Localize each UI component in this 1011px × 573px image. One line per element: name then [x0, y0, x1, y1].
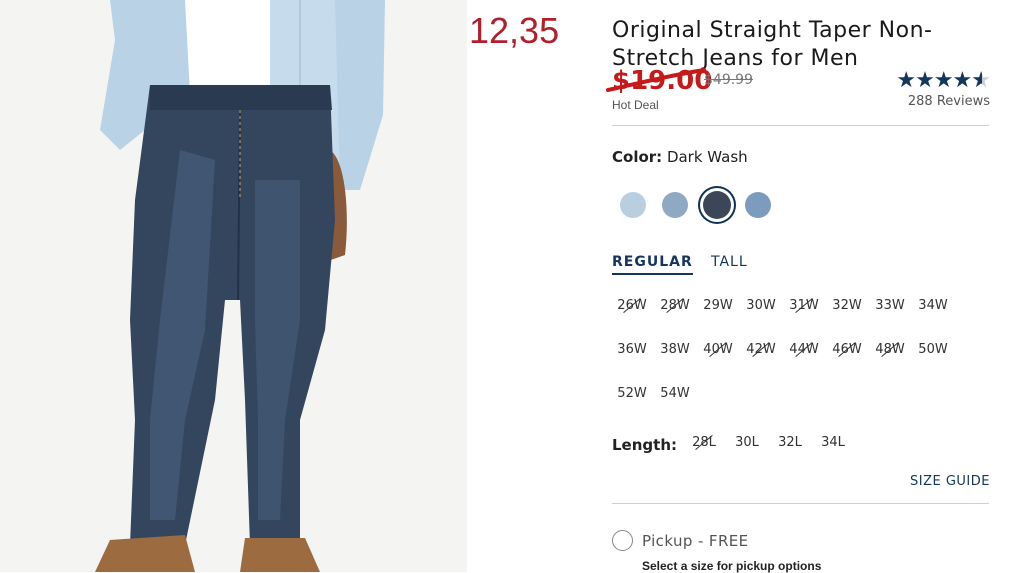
length-option[interactable]: 28L: [684, 431, 724, 455]
size-option[interactable]: 33W: [870, 294, 910, 318]
size-option[interactable]: 52W: [612, 382, 652, 406]
swatch-medium-wash[interactable]: [745, 192, 771, 218]
product-rating[interactable]: ★★★★★ ★ 288 Reviews: [896, 67, 991, 110]
color-label: Color:: [612, 148, 663, 166]
product-title: Original Straight Taper Non-Stretch Jean…: [612, 17, 933, 71]
length-option[interactable]: 32L: [770, 431, 810, 455]
size-option[interactable]: 38W: [655, 338, 695, 362]
deal-label: Hot Deal: [612, 98, 659, 112]
original-price: $49.99: [704, 72, 753, 88]
size-option[interactable]: 29W: [698, 294, 738, 318]
color-selection-label: Color: Dark Wash: [612, 148, 748, 166]
swatch-medium-light-wash[interactable]: [662, 192, 688, 218]
size-option[interactable]: 32W: [827, 294, 867, 318]
size-option[interactable]: 48W: [870, 338, 910, 362]
reviews-link[interactable]: 288 Reviews: [896, 94, 990, 109]
length-option[interactable]: 34L: [813, 431, 853, 455]
divider: [612, 503, 989, 504]
swatch-dark-wash[interactable]: [703, 191, 731, 219]
size-option[interactable]: 36W: [612, 338, 652, 362]
size-guide-link[interactable]: SIZE GUIDE: [910, 474, 990, 489]
size-option[interactable]: 28W: [655, 294, 695, 318]
tab-regular[interactable]: REGULAR: [612, 254, 693, 275]
overlay-number-annotation: 12,35: [469, 10, 560, 51]
swatch-light-wash[interactable]: [620, 192, 646, 218]
size-option[interactable]: 31W: [784, 294, 824, 318]
size-option[interactable]: 50W: [913, 338, 953, 362]
jeans-model-illustration: [0, 0, 467, 572]
size-option[interactable]: 44W: [784, 338, 824, 362]
divider: [612, 125, 989, 126]
size-option[interactable]: 26W: [612, 294, 652, 318]
selected-color-name: Dark Wash: [666, 148, 748, 166]
pickup-label[interactable]: Pickup - FREE: [642, 532, 749, 550]
length-label: Length:: [612, 436, 677, 454]
tab-tall[interactable]: TALL: [711, 254, 748, 270]
size-option[interactable]: 46W: [827, 338, 867, 362]
product-info-panel: Original Straight Taper Non-Stretch Jean…: [606, 0, 991, 573]
product-image[interactable]: [0, 0, 467, 572]
size-option[interactable]: 30W: [741, 294, 781, 318]
size-option[interactable]: 40W: [698, 338, 738, 362]
length-option[interactable]: 30L: [727, 431, 767, 455]
size-option[interactable]: 34W: [913, 294, 953, 318]
size-option[interactable]: 42W: [741, 338, 781, 362]
pickup-note: Select a size for pickup options: [642, 559, 822, 573]
pickup-radio[interactable]: [612, 530, 633, 551]
sale-price: $19.00: [612, 66, 713, 96]
star-rating-icon: ★★★★★ ★: [896, 67, 991, 92]
size-option[interactable]: 54W: [655, 382, 695, 406]
